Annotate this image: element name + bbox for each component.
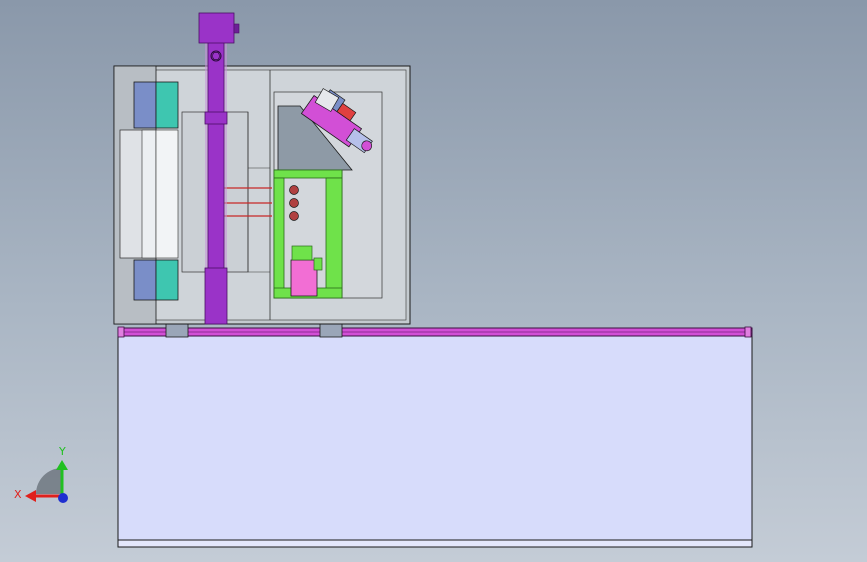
pink-motor xyxy=(290,259,318,297)
blue-block-bottom xyxy=(133,259,157,301)
triad-y-label: Y xyxy=(58,445,66,458)
support-foot-right xyxy=(319,323,343,338)
base-foot-strip xyxy=(117,539,753,548)
teal-block-bottom xyxy=(155,259,179,301)
rail-end-right xyxy=(744,326,752,338)
knob-1 xyxy=(289,185,299,195)
base-body xyxy=(117,335,753,542)
triad-y-arrow-icon xyxy=(56,460,68,470)
knob-3 xyxy=(289,211,299,221)
base-frame[interactable] xyxy=(117,323,753,548)
support-foot-left xyxy=(165,323,189,338)
blue-block-top xyxy=(133,81,157,129)
column-collar-bottom xyxy=(204,267,228,325)
coordinate-triad: Y X xyxy=(14,445,68,503)
knob-2 xyxy=(289,198,299,208)
column-motor xyxy=(198,12,235,44)
cad-viewport[interactable]: Y X xyxy=(0,0,867,562)
upper-cabinet[interactable] xyxy=(113,65,411,325)
teal-block-top xyxy=(155,81,179,129)
triad-plane-icon xyxy=(36,468,62,494)
triad-z-axis-icon xyxy=(58,493,68,503)
column-collar-top xyxy=(204,111,228,125)
rail-end-left xyxy=(117,326,125,338)
triad-x-arrow-icon xyxy=(25,490,36,502)
triad-x-label: X xyxy=(14,488,22,501)
